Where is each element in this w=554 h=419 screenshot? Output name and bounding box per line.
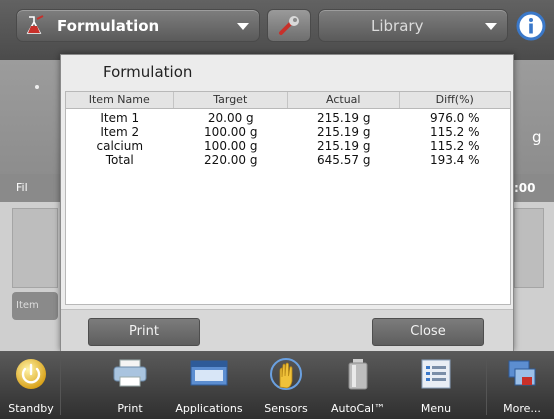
sensors-icon: [270, 358, 302, 390]
column-header-target: Target: [174, 92, 288, 108]
library-dropdown[interactable]: Library: [318, 9, 508, 42]
cell-item-name: Total: [105, 153, 134, 167]
background-panel-right: [514, 208, 544, 288]
item-button[interactable]: Item: [12, 292, 58, 320]
toolbar-label: Print: [117, 402, 143, 415]
background-value: :00: [514, 181, 536, 195]
cell-actual: 215.19 g: [317, 139, 371, 153]
column-header-item-name: Item Name: [66, 92, 174, 108]
cell-target: 220.00 g: [204, 153, 258, 167]
table-row: Item 1 20.00 g 215.19 g 976.0 %: [66, 111, 510, 125]
cell-target: 100.00 g: [204, 139, 258, 153]
cell-actual: 645.57 g: [317, 153, 371, 167]
mode-dropdown[interactable]: Formulation: [16, 9, 260, 42]
cell-item-name: Item 2: [100, 125, 140, 139]
toolbar-sensors[interactable]: Sensors: [256, 351, 316, 419]
menu-icon: [421, 359, 451, 389]
close-button[interactable]: Close: [372, 318, 484, 346]
cell-item-name: calcium: [96, 139, 144, 153]
toolbar-menu[interactable]: Menu: [412, 351, 460, 419]
toolbar-more[interactable]: More...: [494, 351, 550, 419]
filter-label: Fil: [16, 181, 28, 194]
table-body: Item 1 20.00 g 215.19 g 976.0 % Item 2 1…: [66, 109, 510, 167]
settings-button[interactable]: [267, 9, 311, 42]
applications-icon: [190, 360, 228, 386]
table-row: Item 2 100.00 g 215.19 g 115.2 %: [66, 125, 510, 139]
toolbar-label: Applications: [175, 402, 243, 415]
background-panel-left: [12, 208, 58, 288]
table-header: Item Name Target Actual Diff(%): [66, 92, 510, 109]
formulation-table: Item Name Target Actual Diff(%) Item 1 2…: [65, 91, 511, 305]
column-header-actual: Actual: [288, 92, 400, 108]
cell-target: 20.00 g: [207, 111, 254, 125]
toolbar-print[interactable]: Print: [104, 351, 156, 419]
toolbar-divider: [60, 357, 61, 415]
formulation-dialog: Formulation Item Name Target Actual Diff…: [60, 54, 514, 351]
cell-diff: 976.0 %: [429, 111, 480, 125]
print-button[interactable]: Print: [88, 318, 200, 346]
toolbar-autocal[interactable]: AutoCal™: [328, 351, 388, 419]
autocal-icon: [348, 359, 368, 390]
info-icon: [516, 11, 546, 41]
column-header-diff: Diff(%): [435, 93, 474, 106]
toolbar-standby[interactable]: Standby: [6, 351, 56, 419]
formulation-icon: [26, 14, 44, 34]
toolbar-divider: [486, 357, 487, 415]
cell-diff: 193.4 %: [429, 153, 480, 167]
dialog-title: Formulation: [103, 63, 193, 81]
toolbar-label: Menu: [420, 402, 452, 415]
wrench-icon: [279, 15, 299, 35]
cell-target: 100.00 g: [204, 125, 258, 139]
cell-actual: 215.19 g: [317, 111, 371, 125]
toolbar-label: More...: [503, 402, 541, 415]
cell-diff: 115.2 %: [429, 125, 480, 139]
table-row-total: Total 220.00 g 645.57 g 193.4 %: [66, 153, 510, 167]
toolbar-label: Standby: [8, 402, 54, 415]
cell-item-name: Item 1: [100, 111, 140, 125]
chevron-down-icon: [237, 23, 249, 30]
cell-diff: 115.2 %: [429, 139, 480, 153]
mode-dropdown-label: Formulation: [57, 16, 160, 35]
library-dropdown-label: Library: [371, 16, 424, 35]
unit-label: g: [532, 128, 542, 146]
top-bar: Formulation Library: [0, 0, 554, 60]
dialog-footer: Print Close: [61, 309, 513, 351]
printer-icon: [113, 359, 147, 387]
info-button[interactable]: [514, 9, 548, 43]
toolbar-label: Sensors: [264, 402, 308, 415]
table-row: calcium 100.00 g 215.19 g 115.2 %: [66, 139, 510, 153]
status-dot: [35, 85, 39, 89]
toolbar-label: AutoCal™: [330, 402, 386, 415]
toolbar-applications[interactable]: Applications: [168, 351, 250, 419]
bottom-toolbar: Standby Print Applications Sensors AutoC…: [0, 351, 554, 419]
standby-icon: [16, 359, 46, 389]
cell-actual: 215.19 g: [317, 125, 371, 139]
chevron-down-icon: [485, 23, 497, 30]
more-icon: [508, 360, 536, 386]
